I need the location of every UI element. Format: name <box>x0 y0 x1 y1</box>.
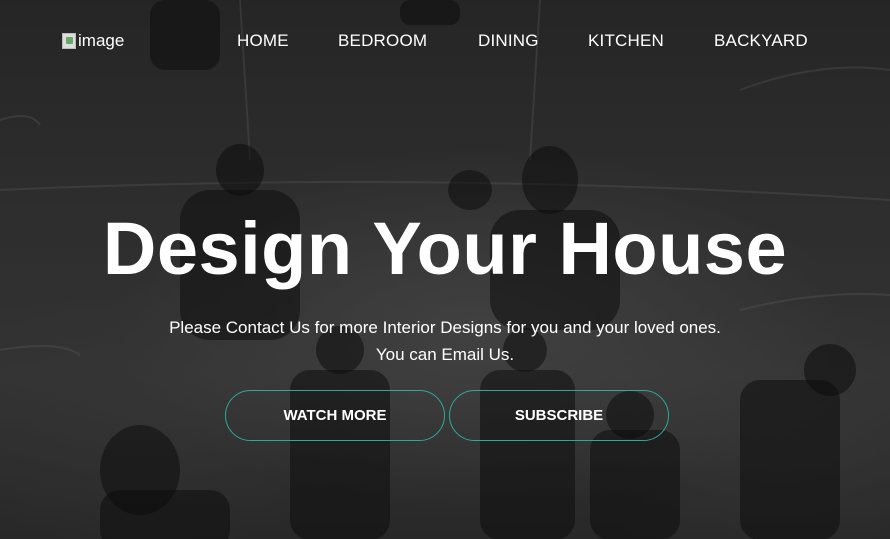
nav-link-dining[interactable]: DINING <box>478 31 588 51</box>
watch-more-button[interactable]: WATCH MORE <box>225 390 445 441</box>
main-menu: HOME BEDROOM DINING KITCHEN BACKYARD <box>237 31 808 51</box>
broken-image-icon <box>62 33 76 49</box>
hero-subtitle: Please Contact Us for more Interior Desi… <box>0 314 890 368</box>
nav-link-bedroom[interactable]: BEDROOM <box>338 31 478 51</box>
subscribe-button[interactable]: SUBSCRIBE <box>449 390 669 441</box>
hero-actions: WATCH MORE SUBSCRIBE <box>225 390 669 441</box>
hero-subtitle-line-2: You can Email Us. <box>375 345 515 364</box>
nav-link-home[interactable]: HOME <box>237 31 338 51</box>
logo[interactable]: image <box>62 31 124 51</box>
nav-link-backyard[interactable]: BACKYARD <box>714 31 808 51</box>
nav-link-kitchen[interactable]: KITCHEN <box>588 31 714 51</box>
top-navigation: image HOME BEDROOM DINING KITCHEN BACKYA… <box>0 0 890 82</box>
hero-title: Design Your House <box>102 207 788 290</box>
hero-subtitle-line-1: Please Contact Us for more Interior Desi… <box>169 318 721 337</box>
logo-alt-text: image <box>78 31 125 50</box>
